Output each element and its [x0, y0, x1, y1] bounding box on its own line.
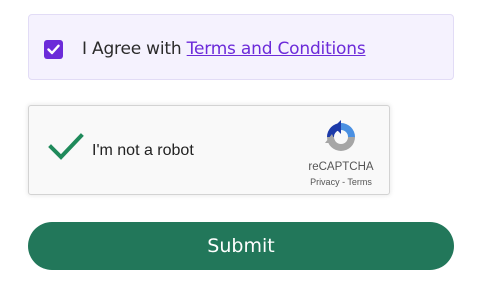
recaptcha-terms-link[interactable]: Terms: [347, 177, 372, 187]
recaptcha-links: Privacy - Terms: [299, 177, 383, 187]
recaptcha-privacy-link[interactable]: Privacy: [310, 177, 340, 187]
recaptcha-brand: reCAPTCHA: [308, 161, 374, 173]
checkmark-icon: [47, 44, 60, 55]
submit-button[interactable]: Submit: [28, 222, 454, 270]
captcha-label: I'm not a robot: [92, 142, 194, 159]
agree-checkbox[interactable]: [44, 40, 63, 59]
agree-label-prefix: I Agree with: [82, 39, 187, 59]
agree-label: I Agree with Terms and Conditions: [82, 39, 366, 59]
terms-and-conditions-link[interactable]: Terms and Conditions: [187, 39, 366, 59]
terms-agreement-box: I Agree with Terms and Conditions: [28, 14, 454, 80]
recaptcha-widget: I'm not a robot reCAPTCHA Privacy - Term…: [28, 105, 390, 195]
checkmark-icon: [48, 133, 84, 160]
captcha-checkbox[interactable]: [48, 133, 84, 163]
recaptcha-logo-icon: [325, 120, 355, 151]
